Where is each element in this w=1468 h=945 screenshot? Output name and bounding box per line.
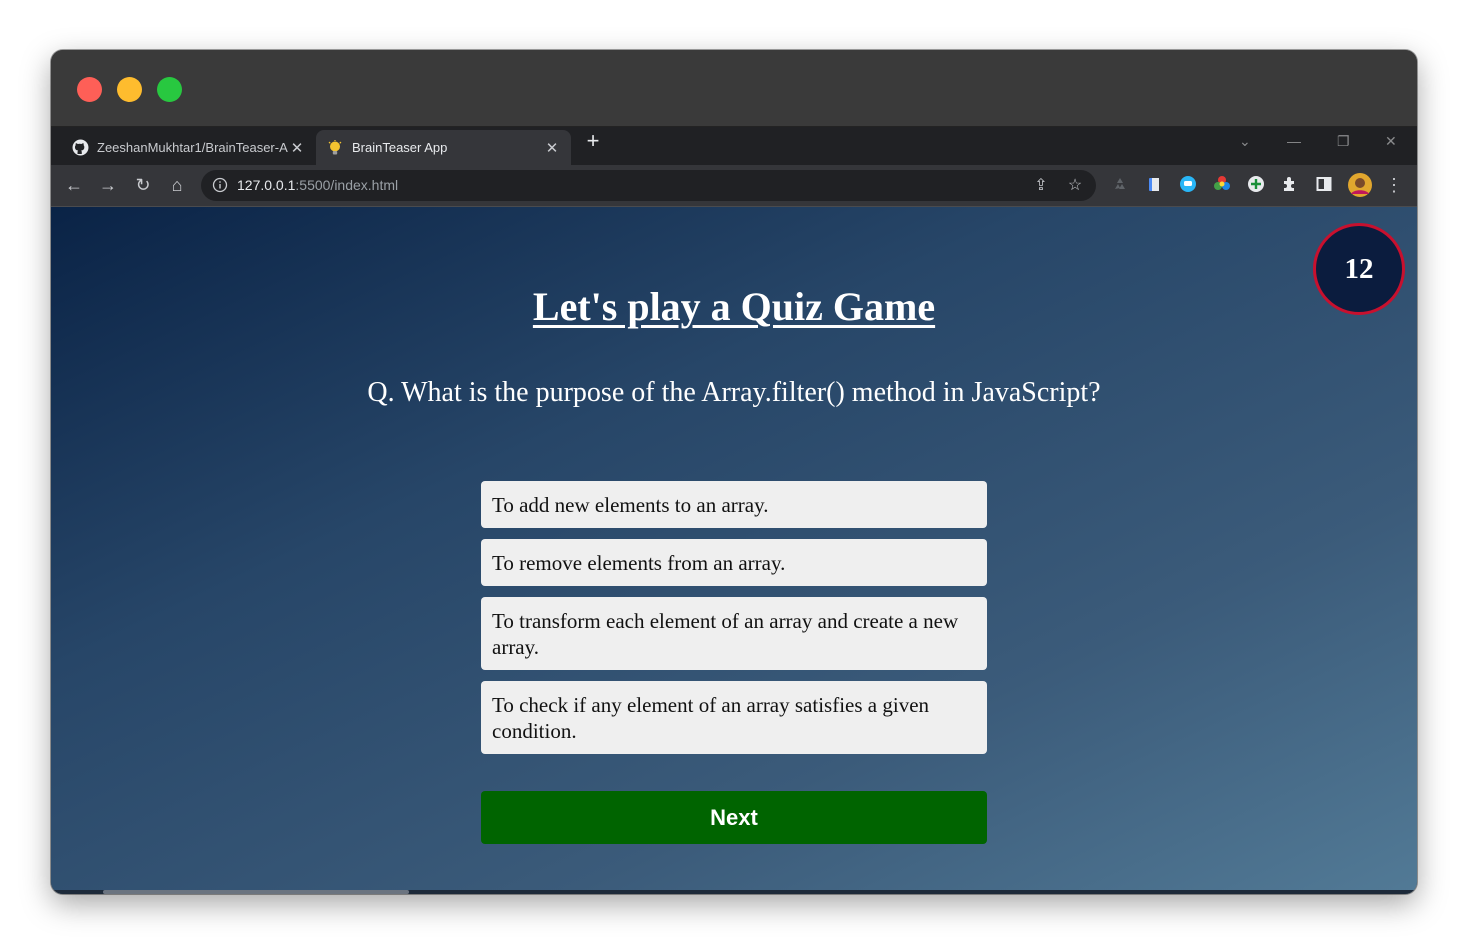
home-icon[interactable]: ⌂ — [166, 174, 188, 196]
back-icon[interactable]: ← — [63, 174, 85, 196]
info-icon[interactable] — [212, 177, 228, 193]
chat-extension-icon[interactable] — [1179, 175, 1199, 195]
menu-kebab-icon[interactable]: ⋮ — [1383, 174, 1405, 196]
recycle-extension-icon[interactable] — [1111, 175, 1131, 195]
tab-strip: ZeeshanMukhtar1/BrainTeaser-A ✕ BrainTea… — [51, 127, 1417, 165]
answer-option[interactable]: To transform each element of an array an… — [481, 597, 987, 670]
page-content: 12 Let's play a Quiz Game Q. What is the… — [51, 207, 1417, 894]
maximize-window-button[interactable] — [157, 77, 182, 102]
tab-title: ZeeshanMukhtar1/BrainTeaser-A — [97, 140, 288, 155]
tab-title: BrainTeaser App — [352, 140, 448, 155]
avatar[interactable] — [1348, 173, 1372, 197]
tab-search-icon[interactable]: ⌄ — [1239, 133, 1251, 150]
lightbulb-icon — [326, 139, 344, 157]
close-tab-icon[interactable]: ✕ — [288, 139, 306, 157]
extensions-puzzle-icon[interactable] — [1281, 175, 1301, 195]
close-window-button[interactable] — [77, 77, 102, 102]
close-tab-icon[interactable]: ✕ — [543, 139, 561, 157]
answer-option[interactable]: To remove elements from an array. — [481, 539, 987, 586]
answer-options: To add new elements to an array. To remo… — [481, 481, 987, 765]
address-bar[interactable]: 127.0.0.1:5500/index.html ⇪ ☆ — [201, 170, 1096, 201]
answer-option[interactable]: To add new elements to an array. — [481, 481, 987, 528]
files-extension-icon[interactable] — [1145, 175, 1165, 195]
url-host: 127.0.0.1 — [237, 177, 296, 193]
new-tab-button[interactable]: + — [582, 130, 604, 152]
add-extension-icon[interactable] — [1247, 175, 1267, 195]
side-panel-icon[interactable] — [1315, 175, 1335, 195]
color-picker-extension-icon[interactable] — [1213, 175, 1233, 195]
title-bar — [51, 50, 1417, 127]
scrollbar-thumb[interactable] — [103, 890, 409, 894]
browser-toolbar: ← → ↻ ⌂ 127.0.0.1:5500/index.html ⇪ ☆ ⋮ — [51, 165, 1417, 207]
browser-window: ZeeshanMukhtar1/BrainTeaser-A ✕ BrainTea… — [51, 50, 1417, 894]
url-path: :5500/index.html — [295, 177, 399, 193]
horizontal-scrollbar[interactable] — [51, 890, 1417, 894]
close-icon[interactable]: ✕ — [1385, 133, 1397, 150]
forward-icon[interactable]: → — [97, 174, 119, 196]
minimize-window-button[interactable] — [117, 77, 142, 102]
minimize-icon[interactable]: — — [1287, 133, 1301, 149]
answer-option[interactable]: To check if any element of an array sati… — [481, 681, 987, 754]
url-text[interactable]: 127.0.0.1:5500/index.html — [237, 177, 398, 193]
next-button[interactable]: Next — [481, 791, 987, 844]
reload-icon[interactable]: ↻ — [132, 174, 154, 196]
page-title: Let's play a Quiz Game — [532, 284, 936, 329]
bookmark-star-icon[interactable]: ☆ — [1065, 176, 1085, 196]
tab-github[interactable]: ZeeshanMukhtar1/BrainTeaser-A ✕ — [61, 130, 316, 165]
restore-icon[interactable]: ❐ — [1337, 133, 1350, 150]
share-icon[interactable]: ⇪ — [1031, 176, 1051, 196]
github-icon — [71, 139, 89, 157]
question-text: Q. What is the purpose of the Array.filt… — [367, 377, 1101, 408]
tab-brainteaser[interactable]: BrainTeaser App ✕ — [316, 130, 571, 165]
